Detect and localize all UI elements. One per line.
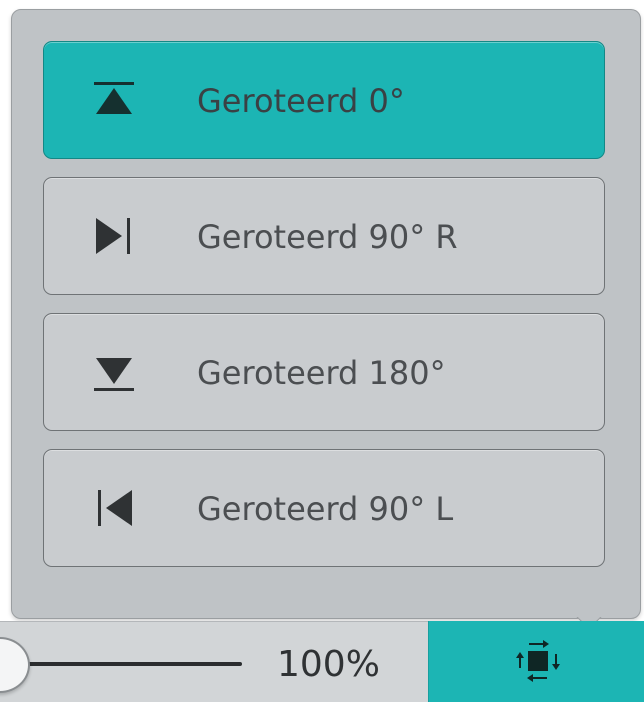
zoom-slider-track[interactable] [0,662,242,666]
rotate-0-label: Geroteerd 0° [197,82,405,120]
rotate-design-icon [516,640,560,682]
rotate-90-right-icon [96,218,130,254]
rotate-0-icon [94,82,134,114]
rotate-180-option[interactable]: Geroteerd 180° [43,313,605,431]
rotate-180-label: Geroteerd 180° [197,354,446,392]
zoom-value: 100% [277,644,380,685]
rotate-90-right-option[interactable]: Geroteerd 90° R [43,177,605,295]
rotate-90-left-label: Geroteerd 90° L [197,490,454,528]
rotate-0-option[interactable]: Geroteerd 0° [43,41,605,159]
rotate-90-left-option[interactable]: Geroteerd 90° L [43,449,605,567]
rotate-180-icon [94,358,134,391]
rotate-90-left-icon [98,490,132,526]
rotation-screen: Geroteerd 0° Geroteerd 90° R Geroteerd 1… [0,0,644,702]
rotate-90-right-label: Geroteerd 90° R [197,218,458,256]
rotate-design-button[interactable] [428,621,644,702]
